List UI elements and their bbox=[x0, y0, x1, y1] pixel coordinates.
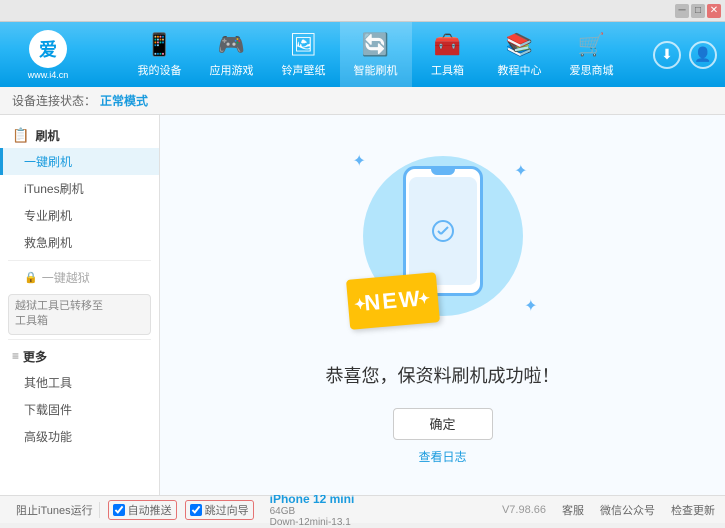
confirm-button[interactable]: 确定 bbox=[393, 408, 493, 440]
main-layout: 📋 刷机 一键刷机 iTunes刷机 专业刷机 救急刷机 🔒 一键越狱 越狱工具… bbox=[0, 115, 725, 495]
logo-symbol: 爱 bbox=[39, 36, 57, 62]
sidebar-item-advanced[interactable]: 高级功能 bbox=[0, 423, 159, 450]
sidebar-item-download-firmware[interactable]: 下载固件 bbox=[0, 396, 159, 423]
sparkle-1: ✦ bbox=[353, 151, 366, 171]
nav-item-ringtone[interactable]: 🖼 铃声壁纸 bbox=[268, 22, 340, 87]
sidebar-item-pro-flash[interactable]: 专业刷机 bbox=[0, 202, 159, 229]
stop-itunes-label: 阻止iTunes运行 bbox=[16, 502, 93, 518]
auto-connect-input[interactable] bbox=[113, 504, 125, 516]
bottom-bar: 阻止iTunes运行 自动推送 跳过向导 iPhone 12 mini 64GB… bbox=[0, 495, 725, 523]
view-log-link[interactable]: 查看日志 bbox=[418, 448, 466, 465]
success-text: 恭喜您，保资料刷机成功啦！ bbox=[326, 362, 560, 388]
lock-icon: 🔒 bbox=[24, 271, 38, 284]
sidebar-item-itunes-flash[interactable]: iTunes刷机 bbox=[0, 175, 159, 202]
sidebar-item-other-tools[interactable]: 其他工具 bbox=[0, 369, 159, 396]
nav-icon-tutorial: 📚 bbox=[506, 32, 533, 58]
nav-item-tutorial[interactable]: 📚 教程中心 bbox=[484, 22, 556, 87]
nav-label-ringtone: 铃声壁纸 bbox=[282, 62, 326, 78]
sparkle-3: ✦ bbox=[524, 296, 537, 316]
nav-item-store[interactable]: 🛒 爱思商城 bbox=[556, 22, 628, 87]
sidebar-section-more[interactable]: ≡ 更多 bbox=[0, 344, 159, 369]
sidebar: 📋 刷机 一键刷机 iTunes刷机 专业刷机 救急刷机 🔒 一键越狱 越狱工具… bbox=[0, 115, 160, 495]
nav-label-smart-flash: 智能刷机 bbox=[354, 62, 398, 78]
nav-icon-store: 🛒 bbox=[578, 32, 605, 58]
minimize-button[interactable]: ─ bbox=[675, 4, 689, 18]
bottom-left: 阻止iTunes运行 自动推送 跳过向导 iPhone 12 mini 64GB… bbox=[10, 492, 502, 528]
nav-item-my-device[interactable]: 📱 我的设备 bbox=[124, 22, 196, 87]
nav-icon-apps-games: 🎮 bbox=[218, 32, 245, 58]
customer-service-link[interactable]: 客服 bbox=[562, 502, 584, 518]
flash-section-label: 刷机 bbox=[35, 127, 59, 144]
skip-wizard-label: 跳过向导 bbox=[205, 502, 249, 518]
nav-icon-ringtone: 🖼 bbox=[290, 32, 318, 58]
new-banner: ✦ NEW ✦ bbox=[345, 272, 439, 330]
bottom-right: V7.98.66 客服 微信公众号 检查更新 bbox=[502, 502, 715, 518]
skip-wizard-input[interactable] bbox=[190, 504, 202, 516]
phone-notch bbox=[431, 167, 455, 175]
new-star-right: ✦ bbox=[417, 289, 432, 307]
device-system: Down-12mini-13.1 bbox=[270, 517, 355, 528]
sidebar-item-one-key-flash[interactable]: 一键刷机 bbox=[0, 148, 159, 175]
download-firmware-label: 下载固件 bbox=[24, 403, 72, 417]
sidebar-divider-2 bbox=[8, 339, 151, 340]
version-text: V7.98.66 bbox=[502, 504, 546, 516]
maximize-button[interactable]: □ bbox=[691, 4, 705, 18]
status-value: 正常模式 bbox=[100, 92, 148, 109]
auto-connect-label: 自动推送 bbox=[128, 502, 172, 518]
user-button[interactable]: 👤 bbox=[689, 41, 717, 69]
sidebar-section-flash[interactable]: 📋 刷机 bbox=[0, 123, 159, 148]
status-label: 设备连接状态： bbox=[12, 92, 96, 109]
logo-circle: 爱 bbox=[29, 30, 67, 68]
sparkle-2: ✦ bbox=[514, 161, 527, 181]
sidebar-item-save-flash[interactable]: 救急刷机 bbox=[0, 229, 159, 256]
logo[interactable]: 爱 www.i4.cn bbox=[8, 30, 88, 80]
device-storage: 64GB bbox=[270, 506, 355, 517]
nav-item-smart-flash[interactable]: 🔄 智能刷机 bbox=[340, 22, 412, 87]
title-bar: ─ □ ✕ bbox=[0, 0, 725, 22]
nav-label-toolbox: 工具箱 bbox=[431, 62, 464, 78]
device-info: iPhone 12 mini 64GB Down-12mini-13.1 bbox=[270, 492, 355, 528]
other-tools-label: 其他工具 bbox=[24, 376, 72, 390]
one-key-flash-label: 一键刷机 bbox=[24, 155, 72, 169]
nav-items: 📱 我的设备 🎮 应用游戏 🖼 铃声壁纸 🔄 智能刷机 🧰 工具箱 📚 教程中心… bbox=[98, 22, 653, 87]
sidebar-divider-1 bbox=[8, 260, 151, 261]
logo-url: www.i4.cn bbox=[28, 70, 69, 80]
stop-itunes-button[interactable]: 阻止iTunes运行 bbox=[10, 502, 100, 518]
nav-label-tutorial: 教程中心 bbox=[498, 62, 542, 78]
nav-label-store: 爱思商城 bbox=[570, 62, 614, 78]
nav-icon-smart-flash: 🔄 bbox=[362, 32, 389, 58]
itunes-flash-label: iTunes刷机 bbox=[24, 182, 84, 196]
close-button[interactable]: ✕ bbox=[707, 4, 721, 18]
illustration: ✦ ✦ ✦ ✦ NEW ✦ bbox=[343, 146, 543, 346]
content-area: ✦ ✦ ✦ ✦ NEW ✦ 恭喜您，保资料刷机成功啦！ 确定 查看日志 bbox=[160, 115, 725, 495]
more-section-label: 更多 bbox=[23, 348, 47, 365]
nav-item-apps-games[interactable]: 🎮 应用游戏 bbox=[196, 22, 268, 87]
jailbreak-label: 一键越狱 bbox=[42, 269, 90, 286]
nav-label-apps-games: 应用游戏 bbox=[210, 62, 254, 78]
skip-wizard-checkbox[interactable]: 跳过向导 bbox=[185, 500, 254, 520]
nav-right: ⬇ 👤 bbox=[653, 41, 717, 69]
status-bar: 设备连接状态： 正常模式 bbox=[0, 87, 725, 115]
phone-screen bbox=[409, 177, 477, 285]
save-flash-label: 救急刷机 bbox=[24, 236, 72, 250]
sidebar-note-jailbreak: 越狱工具已转移至工具箱 bbox=[8, 294, 151, 335]
sidebar-disabled-jailbreak: 🔒 一键越狱 bbox=[0, 265, 159, 290]
auto-connect-checkbox[interactable]: 自动推送 bbox=[108, 500, 177, 520]
advanced-label: 高级功能 bbox=[24, 430, 72, 444]
more-section-icon: ≡ bbox=[12, 349, 19, 363]
flash-section-icon: 📋 bbox=[12, 127, 29, 144]
download-button[interactable]: ⬇ bbox=[653, 41, 681, 69]
nav-icon-my-device: 📱 bbox=[146, 32, 173, 58]
new-star-left: ✦ bbox=[353, 294, 368, 312]
nav-icon-toolbox: 🧰 bbox=[434, 32, 461, 58]
pro-flash-label: 专业刷机 bbox=[24, 209, 72, 223]
nav-label-my-device: 我的设备 bbox=[138, 62, 182, 78]
top-nav: 爱 www.i4.cn 📱 我的设备 🎮 应用游戏 🖼 铃声壁纸 🔄 智能刷机 … bbox=[0, 22, 725, 87]
nav-item-toolbox[interactable]: 🧰 工具箱 bbox=[412, 22, 484, 87]
jailbreak-note: 越狱工具已转移至工具箱 bbox=[15, 300, 103, 327]
check-update-link[interactable]: 检查更新 bbox=[671, 502, 715, 518]
wechat-link[interactable]: 微信公众号 bbox=[600, 502, 655, 518]
new-badge-text: NEW bbox=[363, 285, 422, 316]
